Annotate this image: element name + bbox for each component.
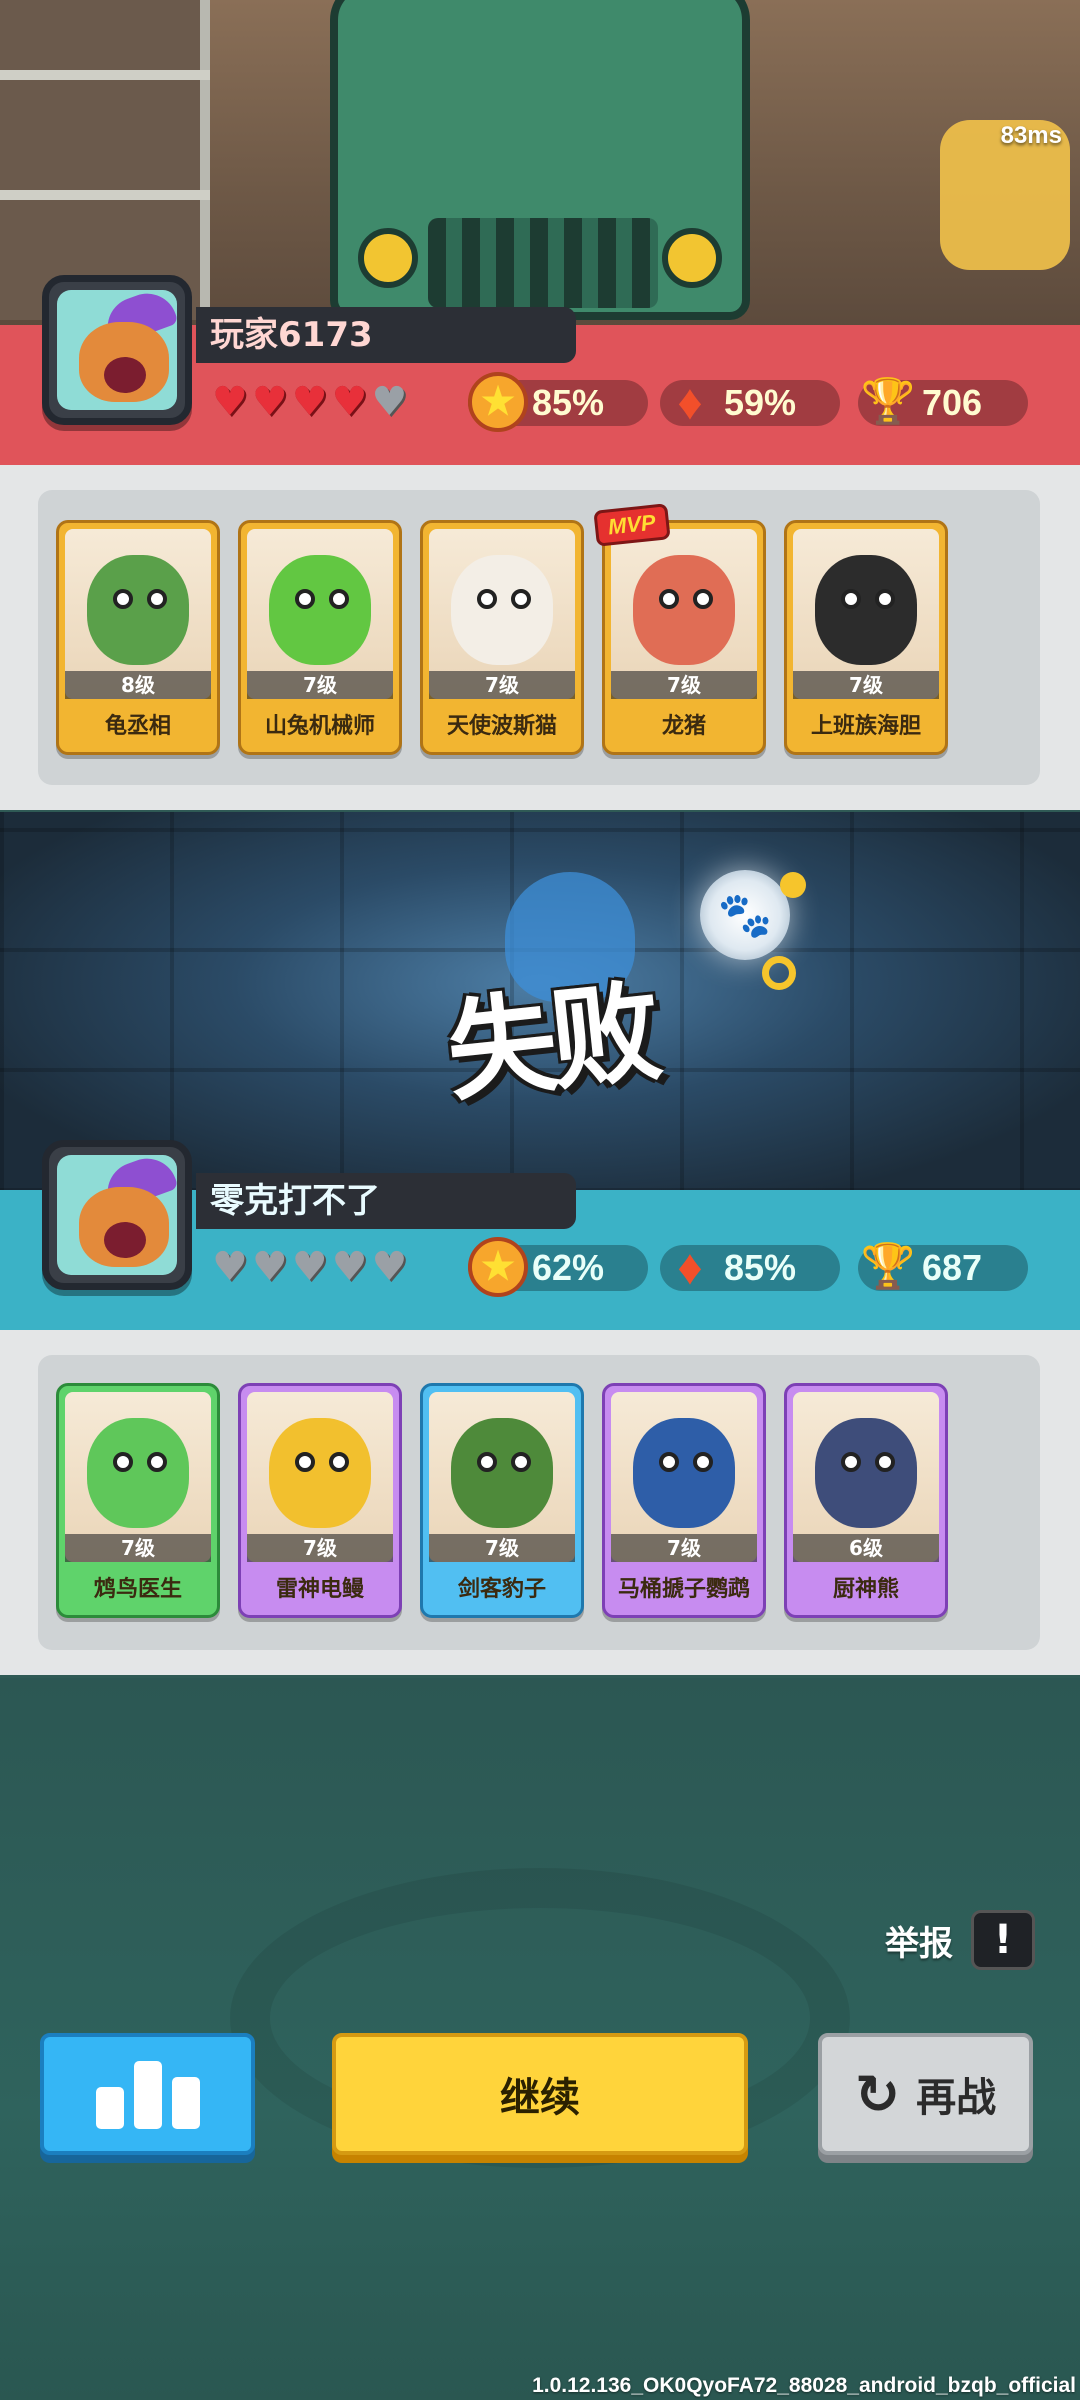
tool-shelf: [0, 0, 210, 320]
flame-icon: ♦: [677, 1239, 703, 1295]
player2-avatar[interactable]: [42, 1140, 192, 1290]
card-name: 马桶搋子鹦鹉: [617, 1577, 750, 1602]
player2-name: 零克打不了: [196, 1173, 576, 1229]
rematch-label: 再战: [916, 2075, 997, 2121]
card-player2-2[interactable]: 7级 剑客豹子: [420, 1383, 584, 1618]
result-banner: 🐾 失败: [0, 812, 1080, 1192]
player1-win-rate: ★ 85%: [468, 372, 648, 432]
heart-empty-icon: ♥: [291, 1244, 328, 1290]
card-name: 龙猪: [661, 714, 706, 739]
heart-icon: ♥: [251, 379, 288, 425]
rematch-button[interactable]: ↻ 再战: [818, 2033, 1033, 2155]
player1-cards-panel: 8级 龟丞相 7级 山兔机械师 7级 天使波斯猫 7级 龙猪 MVP 7级 上班…: [0, 465, 1080, 810]
card-player1-3[interactable]: 7级 龙猪 MVP: [593, 503, 766, 755]
card-name: 鸩鸟医生: [93, 1577, 182, 1602]
card-player2-1[interactable]: 7级 雷神电鳗: [238, 1383, 402, 1618]
continue-button[interactable]: 继续: [332, 2033, 748, 2155]
player2-cards-panel: 7级 鸩鸟医生 7级 雷神电鳗 7级 剑客豹子 7级 马桶搋子鹦鹉 6级 厨神熊: [0, 1330, 1080, 1675]
card-name: 龟丞相: [104, 714, 171, 739]
stats-button[interactable]: [40, 2033, 255, 2155]
card-level: 7级: [247, 671, 393, 699]
bar-chart-icon: [95, 2059, 200, 2129]
heart-empty-icon: ♥: [212, 1244, 248, 1290]
coin-sparkle: [780, 872, 806, 898]
heart-empty-icon: ♥: [331, 1244, 368, 1290]
heart-icon: ♥: [212, 379, 248, 425]
card-player2-0[interactable]: 7级 鸩鸟医生: [56, 1383, 220, 1618]
flame-icon: ♦: [677, 374, 703, 430]
report-control[interactable]: 举报 !: [885, 1910, 1035, 1970]
card-level: 7级: [793, 671, 939, 699]
card-name: 上班族海胆: [810, 714, 921, 739]
paw-icon: 🐾: [700, 870, 790, 960]
card-player2-3[interactable]: 7级 马桶搋子鹦鹉: [602, 1383, 766, 1618]
card-level: 7级: [429, 671, 575, 699]
card-player1-0[interactable]: 8级 龟丞相: [56, 520, 220, 755]
player1-mvp-rate: ♦ 59%: [660, 377, 840, 427]
card-name: 山兔机械师: [264, 714, 375, 739]
player1-avatar[interactable]: [42, 275, 192, 425]
heart-empty-icon: ♥: [371, 1244, 408, 1290]
card-name: 剑客豹子: [457, 1577, 546, 1602]
trophy-icon: 🏆: [860, 377, 916, 426]
heart-empty-icon: ♥: [251, 1244, 288, 1290]
trophy-icon: 🏆: [860, 1242, 916, 1291]
card-level: 7级: [65, 1534, 211, 1562]
player1-hearts: ♥ ♥ ♥ ♥ ♥: [212, 380, 407, 424]
card-level: 8级: [65, 671, 211, 699]
card-level: 7级: [429, 1534, 575, 1562]
card-level: 7级: [611, 1534, 757, 1562]
mvp-badge: MVP: [593, 503, 671, 547]
jeep-illustration: [330, 0, 750, 320]
card-name: 厨神熊: [832, 1577, 899, 1602]
card-player1-2[interactable]: 7级 天使波斯猫: [420, 520, 584, 755]
report-label: 举报: [885, 1923, 953, 1964]
result-title: 失败: [440, 967, 662, 1117]
star-icon: ★: [468, 372, 528, 432]
heart-icon: ♥: [331, 379, 368, 425]
player1-trophies: 🏆 706: [858, 379, 1028, 426]
ping-indicator: 83ms: [1000, 122, 1062, 149]
player2-win-rate: ★ 62%: [468, 1237, 648, 1297]
card-name: 天使波斯猫: [446, 714, 557, 739]
heart-empty-icon: ♥: [371, 379, 408, 425]
player1-name: 玩家6173: [196, 307, 576, 363]
card-level: 6级: [793, 1534, 939, 1562]
card-level: 7级: [611, 671, 757, 699]
card-name: 雷神电鳗: [275, 1577, 364, 1602]
card-level: 7级: [247, 1534, 393, 1562]
player2-mvp-rate: ♦ 85%: [660, 1242, 840, 1292]
card-player2-4[interactable]: 6级 厨神熊: [784, 1383, 948, 1618]
version-string: 1.0.12.136_OK0QyoFA72_88028_android_bzqb…: [532, 2374, 1076, 2397]
ring-sparkle: [762, 956, 796, 990]
heart-icon: ♥: [291, 379, 328, 425]
star-icon: ★: [468, 1237, 528, 1297]
card-player1-4[interactable]: 7级 上班族海胆: [784, 520, 948, 755]
report-icon[interactable]: !: [971, 1910, 1035, 1970]
player2-hearts: ♥ ♥ ♥ ♥ ♥: [212, 1245, 407, 1289]
card-player1-1[interactable]: 7级 山兔机械师: [238, 520, 402, 755]
player2-trophies: 🏆 687: [858, 1244, 1028, 1291]
refresh-icon: ↻: [854, 2062, 901, 2126]
continue-label: 继续: [500, 2075, 580, 2121]
